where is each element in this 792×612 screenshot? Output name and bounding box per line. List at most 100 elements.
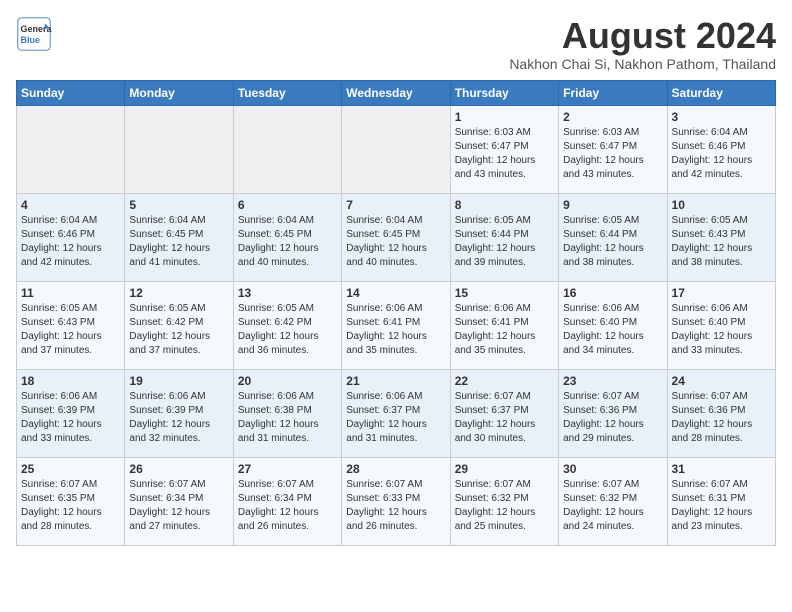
logo: General Blue bbox=[16, 16, 52, 52]
day-info: Sunrise: 6:06 AM Sunset: 6:40 PM Dayligh… bbox=[672, 302, 771, 358]
calendar-day: 24 Sunrise: 6:07 AM Sunset: 6:36 PM Dayli… bbox=[667, 369, 775, 457]
day-info: Sunrise: 6:07 AM Sunset: 6:33 PM Dayligh… bbox=[346, 478, 445, 534]
calendar-week-5: 25Sunrise: 6:07 AM Sunset: 6:35 PM Dayli… bbox=[17, 457, 776, 545]
calendar-subtitle: Nakhon Chai Si, Nakhon Pathom, Thailand bbox=[509, 56, 776, 72]
day-info: Sunrise: 6:06 AM Sunset: 6:41 PM Dayligh… bbox=[455, 302, 554, 358]
header-tuesday: Tuesday bbox=[233, 80, 341, 105]
day-info: Sunrise: 6:03 AM Sunset: 6:47 PM Dayligh… bbox=[563, 126, 662, 182]
calendar-day: 21 Sunrise: 6:06 AM Sunset: 6:37 PM Dayli… bbox=[342, 369, 450, 457]
day-number: 15 bbox=[455, 286, 554, 300]
day-number: 2 bbox=[563, 110, 662, 124]
calendar-day bbox=[233, 105, 341, 193]
day-number: 23 bbox=[563, 374, 662, 388]
day-number: 10 bbox=[672, 198, 771, 212]
day-info: Sunrise: 6:06 AM Sunset: 6:39 PM Dayligh… bbox=[21, 390, 120, 446]
header-friday: Friday bbox=[559, 80, 667, 105]
day-number: 14 bbox=[346, 286, 445, 300]
day-number: 16 bbox=[563, 286, 662, 300]
calendar-day: 16 Sunrise: 6:06 AM Sunset: 6:40 PM Dayli… bbox=[559, 281, 667, 369]
day-number: 9 bbox=[563, 198, 662, 212]
day-info: Sunrise: 6:05 AM Sunset: 6:42 PM Dayligh… bbox=[129, 302, 228, 358]
calendar-day: 3Sunrise: 6:04 AM Sunset: 6:46 PM Daylig… bbox=[667, 105, 775, 193]
day-info: Sunrise: 6:07 AM Sunset: 6:35 PM Dayligh… bbox=[21, 478, 120, 534]
day-info: Sunrise: 6:04 AM Sunset: 6:46 PM Dayligh… bbox=[21, 214, 120, 270]
calendar-title: August 2024 bbox=[509, 16, 776, 56]
day-number: 11 bbox=[21, 286, 120, 300]
title-area: August 2024 Nakhon Chai Si, Nakhon Patho… bbox=[509, 16, 776, 72]
day-info: Sunrise: 6:05 AM Sunset: 6:44 PM Dayligh… bbox=[455, 214, 554, 270]
day-number: 26 bbox=[129, 462, 228, 476]
day-number: 28 bbox=[346, 462, 445, 476]
day-info: Sunrise: 6:06 AM Sunset: 6:39 PM Dayligh… bbox=[129, 390, 228, 446]
day-number: 21 bbox=[346, 374, 445, 388]
day-number: 31 bbox=[672, 462, 771, 476]
header-sunday: Sunday bbox=[17, 80, 125, 105]
calendar-day: 27Sunrise: 6:07 AM Sunset: 6:34 PM Dayli… bbox=[233, 457, 341, 545]
day-number: 20 bbox=[238, 374, 337, 388]
calendar-day: 4Sunrise: 6:04 AM Sunset: 6:46 PM Daylig… bbox=[17, 193, 125, 281]
day-info: Sunrise: 6:07 AM Sunset: 6:34 PM Dayligh… bbox=[129, 478, 228, 534]
calendar-header: Sunday Monday Tuesday Wednesday Thursday… bbox=[17, 80, 776, 105]
calendar-week-4: 18Sunrise: 6:06 AM Sunset: 6:39 PM Dayli… bbox=[17, 369, 776, 457]
calendar-day: 7 Sunrise: 6:04 AM Sunset: 6:45 PM Daylig… bbox=[342, 193, 450, 281]
day-number: 12 bbox=[129, 286, 228, 300]
calendar-day: 11 Sunrise: 6:05 AM Sunset: 6:43 PM Dayli… bbox=[17, 281, 125, 369]
calendar-day: 17 Sunrise: 6:06 AM Sunset: 6:40 PM Dayli… bbox=[667, 281, 775, 369]
calendar-day: 15 Sunrise: 6:06 AM Sunset: 6:41 PM Dayli… bbox=[450, 281, 558, 369]
weekday-row: Sunday Monday Tuesday Wednesday Thursday… bbox=[17, 80, 776, 105]
day-info: Sunrise: 6:06 AM Sunset: 6:40 PM Dayligh… bbox=[563, 302, 662, 358]
calendar-day: 30Sunrise: 6:07 AM Sunset: 6:32 PM Dayli… bbox=[559, 457, 667, 545]
day-number: 24 bbox=[672, 374, 771, 388]
day-number: 19 bbox=[129, 374, 228, 388]
header-saturday: Saturday bbox=[667, 80, 775, 105]
calendar-day: 25Sunrise: 6:07 AM Sunset: 6:35 PM Dayli… bbox=[17, 457, 125, 545]
day-number: 29 bbox=[455, 462, 554, 476]
day-info: Sunrise: 6:05 AM Sunset: 6:42 PM Dayligh… bbox=[238, 302, 337, 358]
calendar-day bbox=[342, 105, 450, 193]
calendar-day: 9 Sunrise: 6:05 AM Sunset: 6:44 PM Daylig… bbox=[559, 193, 667, 281]
day-number: 22 bbox=[455, 374, 554, 388]
day-info: Sunrise: 6:06 AM Sunset: 6:37 PM Dayligh… bbox=[346, 390, 445, 446]
calendar-day: 5 Sunrise: 6:04 AM Sunset: 6:45 PM Daylig… bbox=[125, 193, 233, 281]
day-info: Sunrise: 6:05 AM Sunset: 6:43 PM Dayligh… bbox=[672, 214, 771, 270]
day-number: 5 bbox=[129, 198, 228, 212]
day-info: Sunrise: 6:07 AM Sunset: 6:36 PM Dayligh… bbox=[672, 390, 771, 446]
svg-text:Blue: Blue bbox=[21, 35, 41, 45]
calendar-day: 23 Sunrise: 6:07 AM Sunset: 6:36 PM Dayli… bbox=[559, 369, 667, 457]
day-number: 7 bbox=[346, 198, 445, 212]
day-info: Sunrise: 6:07 AM Sunset: 6:32 PM Dayligh… bbox=[455, 478, 554, 534]
calendar-day: 19 Sunrise: 6:06 AM Sunset: 6:39 PM Dayli… bbox=[125, 369, 233, 457]
day-number: 17 bbox=[672, 286, 771, 300]
day-info: Sunrise: 6:07 AM Sunset: 6:31 PM Dayligh… bbox=[672, 478, 771, 534]
header-wednesday: Wednesday bbox=[342, 80, 450, 105]
day-info: Sunrise: 6:07 AM Sunset: 6:36 PM Dayligh… bbox=[563, 390, 662, 446]
header-thursday: Thursday bbox=[450, 80, 558, 105]
calendar-day: 20 Sunrise: 6:06 AM Sunset: 6:38 PM Dayli… bbox=[233, 369, 341, 457]
calendar-day: 13 Sunrise: 6:05 AM Sunset: 6:42 PM Dayli… bbox=[233, 281, 341, 369]
day-info: Sunrise: 6:05 AM Sunset: 6:44 PM Dayligh… bbox=[563, 214, 662, 270]
calendar-day: 29 Sunrise: 6:07 AM Sunset: 6:32 PM Dayli… bbox=[450, 457, 558, 545]
day-info: Sunrise: 6:06 AM Sunset: 6:38 PM Dayligh… bbox=[238, 390, 337, 446]
day-number: 6 bbox=[238, 198, 337, 212]
calendar-day: 14 Sunrise: 6:06 AM Sunset: 6:41 PM Dayli… bbox=[342, 281, 450, 369]
calendar-day: 2 Sunrise: 6:03 AM Sunset: 6:47 PM Daylig… bbox=[559, 105, 667, 193]
day-number: 13 bbox=[238, 286, 337, 300]
calendar-week-2: 4Sunrise: 6:04 AM Sunset: 6:46 PM Daylig… bbox=[17, 193, 776, 281]
day-info: Sunrise: 6:06 AM Sunset: 6:41 PM Dayligh… bbox=[346, 302, 445, 358]
calendar-week-1: 1Sunrise: 6:03 AM Sunset: 6:47 PM Daylig… bbox=[17, 105, 776, 193]
calendar-day: 26 Sunrise: 6:07 AM Sunset: 6:34 PM Dayli… bbox=[125, 457, 233, 545]
day-info: Sunrise: 6:07 AM Sunset: 6:37 PM Dayligh… bbox=[455, 390, 554, 446]
day-info: Sunrise: 6:05 AM Sunset: 6:43 PM Dayligh… bbox=[21, 302, 120, 358]
header-monday: Monday bbox=[125, 80, 233, 105]
day-info: Sunrise: 6:04 AM Sunset: 6:46 PM Dayligh… bbox=[672, 126, 771, 182]
day-info: Sunrise: 6:04 AM Sunset: 6:45 PM Dayligh… bbox=[129, 214, 228, 270]
calendar-day bbox=[125, 105, 233, 193]
calendar-day: 12 Sunrise: 6:05 AM Sunset: 6:42 PM Dayli… bbox=[125, 281, 233, 369]
day-info: Sunrise: 6:04 AM Sunset: 6:45 PM Dayligh… bbox=[238, 214, 337, 270]
day-info: Sunrise: 6:04 AM Sunset: 6:45 PM Dayligh… bbox=[346, 214, 445, 270]
calendar-day: 31 Sunrise: 6:07 AM Sunset: 6:31 PM Dayli… bbox=[667, 457, 775, 545]
calendar-day: 10 Sunrise: 6:05 AM Sunset: 6:43 PM Dayli… bbox=[667, 193, 775, 281]
calendar-day: 8Sunrise: 6:05 AM Sunset: 6:44 PM Daylig… bbox=[450, 193, 558, 281]
calendar-day: 1Sunrise: 6:03 AM Sunset: 6:47 PM Daylig… bbox=[450, 105, 558, 193]
day-info: Sunrise: 6:07 AM Sunset: 6:34 PM Dayligh… bbox=[238, 478, 337, 534]
